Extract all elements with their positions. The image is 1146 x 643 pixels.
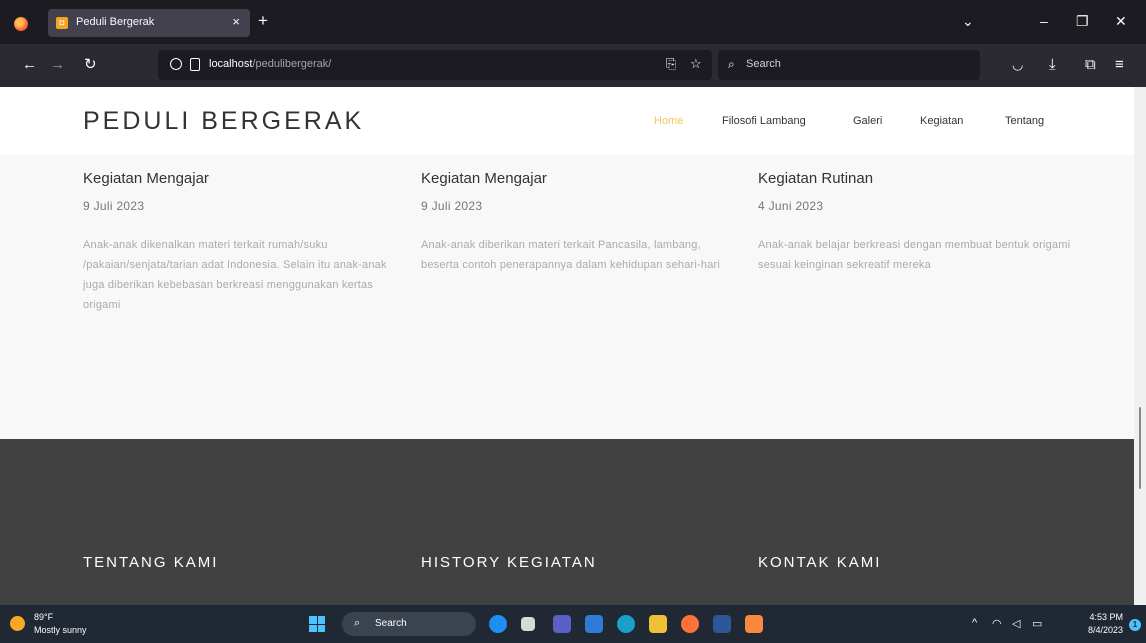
activity-card: Kegiatan Rutinan 4 Juni 2023 Anak-anak b… [758, 170, 1078, 275]
task-view-icon[interactable] [521, 617, 535, 631]
nav-tentang[interactable]: Tentang [1005, 115, 1044, 127]
wifi-icon[interactable]: ◠ [992, 617, 1002, 630]
nav-home[interactable]: Home [654, 115, 683, 127]
tray-chevron-icon[interactable]: ^ [972, 617, 977, 629]
file-explorer-icon[interactable] [649, 615, 667, 633]
close-window-icon[interactable]: ✕ [1115, 12, 1127, 30]
activity-title: Kegiatan Mengajar [83, 170, 209, 187]
url-text[interactable]: localhost/pedulibergerak/ [209, 58, 331, 70]
search-icon: ⌕ [354, 617, 361, 629]
nav-galeri[interactable]: Galeri [853, 115, 882, 127]
activity-card: Kegiatan Mengajar 9 Juli 2023 Anak-anak … [421, 170, 741, 275]
activity-date: 4 Juni 2023 [758, 199, 824, 213]
footer-heading-tentang: TENTANG KAMI [83, 554, 219, 571]
tab-title: Peduli Bergerak [76, 16, 155, 28]
weather-temperature[interactable]: 89°F [34, 612, 53, 622]
volume-icon[interactable]: ◁ [1012, 617, 1020, 630]
word-icon[interactable] [713, 615, 731, 633]
pocket-icon[interactable]: ◡ [1012, 56, 1023, 74]
browser-tab-bar: ◘ Peduli Bergerak × + ⌄ – ❐ ✕ [0, 0, 1146, 44]
tab-close-icon[interactable]: × [232, 14, 240, 29]
browser-nav-bar: ← → ↻ localhost/pedulibergerak/ ⎘ ☆ ⌕ Se… [0, 44, 1146, 87]
site-header: PEDULI BERGERAK Home Filosofi Lambang Ga… [0, 87, 1134, 155]
browser-tab[interactable]: ◘ Peduli Bergerak × [48, 9, 250, 37]
forward-arrow-icon[interactable]: → [50, 56, 65, 74]
app-icon[interactable] [489, 615, 507, 633]
taskbar-search-label: Search [375, 618, 407, 629]
search-bar[interactable]: ⌕ Search [718, 50, 980, 80]
tab-list-chevron-icon[interactable]: ⌄ [962, 12, 974, 30]
xampp-icon[interactable] [745, 615, 763, 633]
nav-filosofi-lambang[interactable]: Filosofi Lambang [722, 115, 806, 127]
activities-section: Kegiatan Mengajar 9 Juli 2023 Anak-anak … [0, 155, 1134, 439]
activity-date: 9 Juli 2023 [421, 199, 483, 213]
weather-sun-icon[interactable] [10, 616, 25, 631]
footer-heading-kontak: KONTAK KAMI [758, 554, 882, 571]
weather-condition[interactable]: Mostly sunny [34, 625, 87, 635]
firefox-logo-icon[interactable] [14, 17, 28, 31]
back-arrow-icon[interactable]: ← [22, 56, 37, 74]
extensions-icon[interactable]: ⧉ [1085, 56, 1096, 74]
reload-icon[interactable]: ↻ [84, 56, 97, 74]
teams-icon[interactable] [553, 615, 571, 633]
page-icon[interactable] [190, 58, 200, 71]
minimize-icon[interactable]: – [1040, 12, 1048, 30]
nav-kegiatan[interactable]: Kegiatan [920, 115, 963, 127]
star-icon[interactable]: ☆ [690, 56, 702, 72]
search-icon: ⌕ [728, 57, 735, 71]
new-tab-button[interactable]: + [258, 12, 268, 30]
activity-card: Kegiatan Mengajar 9 Juli 2023 Anak-anak … [83, 170, 403, 315]
firefox-taskbar-icon[interactable] [681, 615, 699, 633]
download-icon[interactable]: ⤓ [1049, 56, 1056, 74]
activity-title: Kegiatan Rutinan [758, 170, 874, 187]
activity-description: Anak-anak dikenalkan materi terkait ruma… [83, 239, 387, 311]
activity-description: Anak-anak belajar berkreasi dengan membu… [758, 239, 1071, 271]
site-footer: TENTANG KAMI HISTORY KEGIATAN KONTAK KAM… [0, 439, 1134, 605]
scrollbar-track-top [1134, 87, 1146, 155]
search-placeholder: Search [746, 58, 781, 70]
translate-icon[interactable]: ⎘ [666, 56, 676, 72]
site-favicon-icon: ◘ [56, 17, 68, 29]
site-brand[interactable]: PEDULI BERGERAK [83, 107, 364, 136]
restore-icon[interactable]: ❐ [1076, 12, 1089, 30]
taskbar-search[interactable]: ⌕ Search [342, 612, 476, 636]
battery-icon[interactable]: ▭ [1032, 617, 1042, 630]
scrollbar-thumb[interactable] [1139, 407, 1141, 489]
clock-time[interactable]: 4:53 PM [1087, 612, 1123, 622]
edge-icon[interactable] [617, 615, 635, 633]
footer-heading-history: HISTORY KEGIATAN [421, 554, 597, 571]
menu-icon[interactable]: ≡ [1115, 56, 1124, 74]
windows-taskbar: 89°F Mostly sunny ⌕ Search ^ ◠ ◁ ▭ 4:53 … [0, 605, 1146, 643]
activity-description: Anak-anak diberikan materi terkait Panca… [421, 239, 721, 271]
activity-date: 9 Juli 2023 [83, 199, 145, 213]
shield-icon[interactable] [170, 58, 182, 70]
clock-date[interactable]: 8/4/2023 [1081, 625, 1123, 635]
activity-title: Kegiatan Mengajar [421, 170, 547, 187]
page-scrollbar[interactable] [1134, 155, 1146, 605]
windows-start-icon[interactable] [309, 616, 325, 632]
url-bar[interactable]: localhost/pedulibergerak/ ⎘ ☆ [158, 50, 712, 80]
notification-badge[interactable]: 1 [1129, 619, 1141, 631]
mail-icon[interactable] [585, 615, 603, 633]
